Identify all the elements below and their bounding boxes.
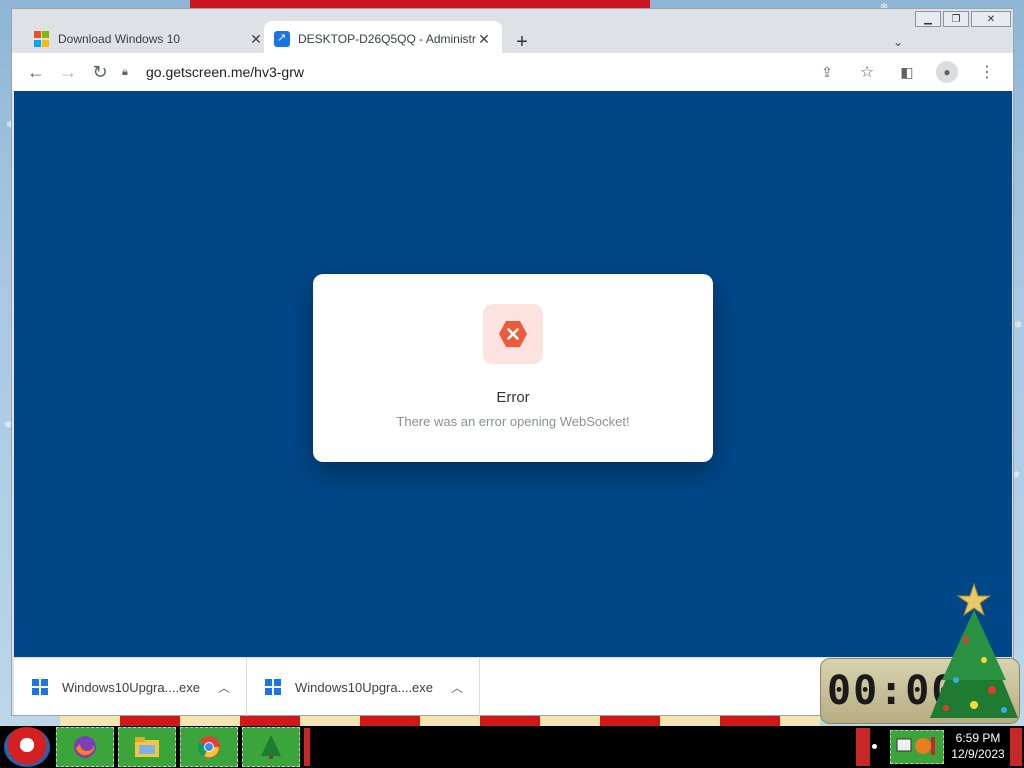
toolbar-actions: ⇪ ☆ ◧ ● ⋮ bbox=[811, 56, 1003, 88]
network-volume-icon bbox=[896, 737, 935, 755]
error-icon-badge bbox=[483, 304, 543, 364]
chevron-up-icon[interactable]: ︿ bbox=[218, 679, 230, 696]
firefox-logo bbox=[74, 736, 96, 758]
profile-button[interactable]: ● bbox=[931, 56, 963, 88]
share-icon[interactable]: ⇪ bbox=[811, 56, 843, 88]
error-hexagon-icon bbox=[499, 321, 527, 347]
bookmark-star-icon[interactable]: ☆ bbox=[851, 56, 883, 88]
tree-glyph bbox=[261, 735, 281, 759]
tab-download-windows[interactable]: Download Windows 10 ✕ bbox=[24, 21, 274, 57]
tray-indicator-dot bbox=[872, 744, 877, 749]
forward-arrow-icon[interactable]: → bbox=[52, 56, 84, 88]
system-tray[interactable] bbox=[890, 730, 944, 764]
lock-icon: 🔒︎ bbox=[122, 65, 128, 78]
back-arrow-icon[interactable]: ← bbox=[20, 56, 52, 88]
error-title: Error bbox=[496, 389, 530, 406]
chrome-icon[interactable] bbox=[180, 727, 238, 767]
tab-strip: Download Windows 10 ✕ DESKTOP-D26Q5QQ - … bbox=[12, 17, 1013, 57]
download-item[interactable]: Windows10Upgra....exe ︿ bbox=[247, 658, 480, 716]
firefox-icon[interactable] bbox=[56, 727, 114, 767]
show-desktop-button[interactable] bbox=[1010, 728, 1022, 766]
reload-icon[interactable]: ↻ bbox=[84, 56, 116, 88]
tab-search-chevron-icon[interactable]: ⌄ bbox=[893, 35, 903, 49]
url-text: go.getscreen.me/hv3-grw bbox=[146, 64, 304, 80]
snowflake-icon: ❄ bbox=[1014, 320, 1023, 331]
side-panel-icon[interactable]: ◧ bbox=[891, 56, 923, 88]
taskbar-divider bbox=[856, 728, 870, 766]
profile-avatar-icon: ● bbox=[936, 61, 958, 83]
christmas-tree-icon bbox=[930, 582, 1018, 718]
error-dialog: Error There was an error opening WebSock… bbox=[313, 274, 713, 462]
browser-toolbar: ← → ↻ 🔒︎ go.getscreen.me/hv3-grw ⇪ ☆ ◧ ●… bbox=[12, 53, 1013, 91]
start-button[interactable] bbox=[4, 727, 50, 767]
tab-title: Download Windows 10 bbox=[58, 32, 181, 46]
tab-title: DESKTOP-D26Q5QQ - Administr bbox=[298, 32, 476, 46]
tab-close-icon[interactable]: ✕ bbox=[476, 31, 492, 48]
christmas-tree-app-icon[interactable] bbox=[242, 727, 300, 767]
chevron-up-icon[interactable]: ︿ bbox=[451, 679, 463, 696]
folder-icon bbox=[135, 737, 159, 757]
tray-clock[interactable]: 6:59 PM 12/9/2023 bbox=[946, 730, 1010, 762]
menu-kebab-icon[interactable]: ⋮ bbox=[971, 56, 1003, 88]
remote-desktop-icon bbox=[274, 31, 290, 47]
tray-date: 12/9/2023 bbox=[951, 747, 1005, 761]
taskbar: 6:59 PM 12/9/2023 bbox=[0, 726, 1024, 768]
chrome-logo bbox=[197, 736, 220, 758]
microsoft-logo-icon bbox=[34, 31, 50, 47]
taskbar-divider bbox=[304, 728, 310, 766]
error-message: There was an error opening WebSocket! bbox=[396, 414, 630, 429]
tab-close-icon[interactable]: ✕ bbox=[248, 31, 264, 48]
browser-window: ▁ ❐ ✕ Download Windows 10 ✕ DESKTOP-D26Q… bbox=[11, 8, 1014, 716]
download-item[interactable]: Windows10Upgra....exe ︿ bbox=[14, 658, 247, 716]
windows-logo-icon bbox=[265, 679, 281, 695]
download-filename: Windows10Upgra....exe bbox=[295, 679, 434, 695]
remote-session-viewport: Error There was an error opening WebSock… bbox=[14, 91, 1012, 657]
download-filename: Windows10Upgra....exe bbox=[62, 679, 201, 695]
file-explorer-icon[interactable] bbox=[118, 727, 176, 767]
new-tab-button[interactable]: + bbox=[512, 31, 532, 54]
tab-remote-desktop[interactable]: DESKTOP-D26Q5QQ - Administr ✕ bbox=[264, 21, 502, 57]
windows-logo-icon bbox=[32, 679, 48, 695]
tray-time: 6:59 PM bbox=[955, 731, 1001, 745]
